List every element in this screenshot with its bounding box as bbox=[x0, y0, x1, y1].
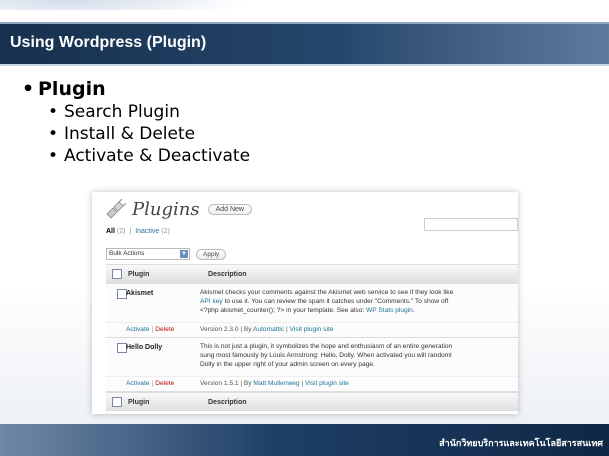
page-title: Plugins bbox=[132, 198, 200, 220]
plugin-actions: Activate | Delete bbox=[126, 380, 175, 387]
filter-all-link[interactable]: All bbox=[106, 228, 115, 235]
column-footer-description: Description bbox=[208, 398, 247, 406]
delete-link[interactable]: Delete bbox=[155, 380, 174, 387]
description-text: . bbox=[412, 307, 415, 314]
select-all-checkbox[interactable] bbox=[112, 397, 122, 407]
sub-bullet-label: Install & Delete bbox=[64, 124, 196, 144]
description-text: Dolly in the upper right of your admin s… bbox=[200, 361, 375, 368]
column-header-plugin: Plugin bbox=[128, 270, 150, 278]
author-link[interactable]: Matt Mullenweg bbox=[253, 380, 299, 387]
table-row: Hello Dolly This is not just a plugin, i… bbox=[106, 338, 518, 377]
table-row: Akismet Akismet checks your comments aga… bbox=[106, 284, 518, 323]
slide: Using Wordpress (Plugin) • Plugin • Search… bbox=[0, 0, 609, 456]
plugin-name: Akismet bbox=[126, 290, 154, 297]
plugin-filters: All (2) | Inactive (2) bbox=[106, 228, 170, 235]
plugin-version-info: Version 2.3.0 | By Automattic | Visit pl… bbox=[200, 326, 333, 333]
bullet-dot-icon: • bbox=[48, 146, 59, 166]
main-bullet: • Plugin bbox=[22, 78, 250, 100]
select-all-checkbox[interactable] bbox=[112, 269, 122, 279]
plugin-actions-row: Activate | Delete Version 2.3.0 | By Autom… bbox=[106, 323, 518, 338]
sub-bullet: • Activate & Deactivate bbox=[48, 146, 250, 166]
slide-title: Using Wordpress (Plugin) bbox=[10, 34, 207, 51]
table-footer: Plugin Description bbox=[106, 392, 518, 411]
footer-institution: สำนักวิทยบริการและเทคโนโลยีสารสนเทศ bbox=[439, 439, 603, 449]
activate-link[interactable]: Activate bbox=[126, 380, 149, 387]
visit-plugin-site-link[interactable]: Visit plugin site bbox=[305, 380, 349, 387]
search-input[interactable] bbox=[424, 218, 518, 231]
plugin-description: This is not just a plugin, it symbolizes… bbox=[200, 342, 518, 369]
apply-button[interactable]: Apply bbox=[196, 248, 227, 260]
plugin-icon bbox=[104, 198, 127, 219]
bulk-actions-label: Bulk Actions bbox=[109, 250, 145, 257]
api-key-link[interactable]: API key bbox=[200, 298, 223, 305]
plugin-actions: Activate | Delete bbox=[126, 326, 175, 333]
plugin-actions-row: Activate | Delete Version 1.5.1 | By Matt … bbox=[106, 377, 518, 392]
filter-inactive-count: (2) bbox=[161, 228, 170, 235]
filter-inactive-link[interactable]: Inactive bbox=[135, 228, 159, 235]
plugin-description: Akismet checks your comments against the… bbox=[200, 288, 518, 315]
description-text: to use it. You can review the spam it ca… bbox=[222, 298, 449, 305]
description-text: sung most famously by Louis Armstrong: H… bbox=[200, 352, 452, 359]
description-text: <?php akismet_counter(); ?> in your temp… bbox=[200, 307, 367, 314]
plugins-header: Plugins Add New bbox=[104, 196, 252, 222]
sub-bullet: • Install & Delete bbox=[48, 124, 250, 144]
description-text: This is not just a plugin, it symbolizes… bbox=[200, 343, 453, 350]
plugin-name: Hello Dolly bbox=[126, 344, 163, 351]
decorative-swoosh bbox=[0, 0, 250, 10]
bulk-actions-bar: Bulk Actions ▼ Apply bbox=[106, 248, 227, 260]
description-text: Akismet checks your comments against the… bbox=[200, 289, 454, 296]
delete-link[interactable]: Delete bbox=[155, 326, 174, 333]
author-link[interactable]: Automattic bbox=[253, 326, 284, 333]
sub-bullet: • Search Plugin bbox=[48, 102, 250, 122]
bullet-dot-icon: • bbox=[22, 78, 35, 100]
plugins-table: Plugin Description Akismet Akismet check… bbox=[106, 264, 518, 411]
filter-separator: | bbox=[129, 228, 132, 235]
table-header: Plugin Description bbox=[106, 264, 518, 284]
add-new-button[interactable]: Add New bbox=[207, 203, 252, 215]
visit-plugin-site-link[interactable]: Visit plugin site bbox=[290, 326, 334, 333]
main-bullet-label: Plugin bbox=[38, 78, 106, 100]
plugin-version-info: Version 1.5.1 | By Matt Mullenweg | Visi… bbox=[200, 380, 349, 387]
sub-bullet-label: Search Plugin bbox=[64, 102, 180, 122]
chevron-down-icon[interactable]: ▼ bbox=[180, 250, 188, 258]
bullet-dot-icon: • bbox=[48, 102, 59, 122]
wordpress-plugins-screenshot: Plugins Add New All (2) | Inactive (2) B… bbox=[92, 192, 518, 414]
wp-stats-link[interactable]: WP Stats plugin bbox=[366, 307, 413, 314]
column-header-description: Description bbox=[208, 270, 247, 278]
bullet-list: • Plugin • Search Plugin • Install & Delete… bbox=[22, 78, 250, 166]
sub-bullet-label: Activate & Deactivate bbox=[64, 146, 251, 166]
bulk-actions-select[interactable]: Bulk Actions ▼ bbox=[106, 248, 190, 260]
bullet-dot-icon: • bbox=[48, 124, 59, 144]
version-text: Version 1.5.1 | By bbox=[200, 380, 254, 387]
title-bar: Using Wordpress (Plugin) bbox=[0, 22, 609, 66]
column-footer-plugin: Plugin bbox=[128, 398, 150, 406]
version-text: Version 2.3.0 | By bbox=[200, 326, 254, 333]
footer-bar: สำนักวิทยบริการและเทคโนโลยีสารสนเทศ bbox=[0, 424, 609, 456]
filter-all-count: (2) bbox=[116, 228, 126, 235]
activate-link[interactable]: Activate bbox=[126, 326, 149, 333]
